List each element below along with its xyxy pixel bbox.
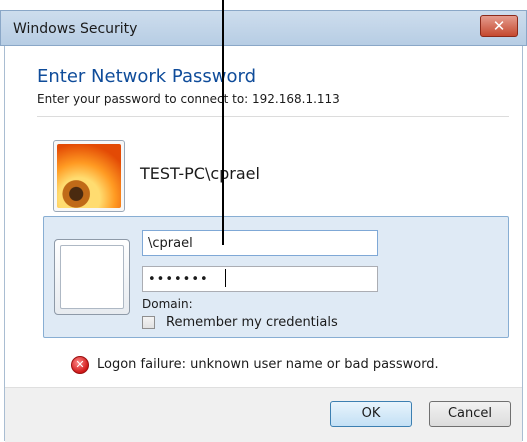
credential-user-icon bbox=[54, 239, 130, 315]
error-x-icon: ✕ bbox=[71, 356, 89, 374]
title-bar[interactable]: Windows Security ✕ bbox=[0, 10, 527, 46]
credential-tile: Domain: Remember my credentials bbox=[43, 216, 509, 338]
remember-credentials-label[interactable]: Remember my credentials bbox=[166, 315, 338, 330]
user-avatar[interactable] bbox=[53, 140, 125, 212]
cancel-button[interactable]: Cancel bbox=[429, 401, 511, 427]
button-bar: OK Cancel bbox=[5, 387, 522, 442]
close-icon: ✕ bbox=[492, 17, 506, 35]
callout-pointer-line bbox=[222, 0, 224, 245]
text-caret bbox=[225, 269, 226, 287]
window-title: Windows Security bbox=[13, 21, 138, 37]
ok-button[interactable]: OK bbox=[330, 401, 412, 427]
current-user-label: TEST-PC\cprael bbox=[140, 164, 260, 183]
dialog-body: Enter Network Password Enter your passwo… bbox=[4, 46, 523, 442]
divider bbox=[37, 116, 509, 117]
dialog-subheading: Enter your password to connect to: 192.1… bbox=[37, 92, 340, 106]
error-message: Logon failure: unknown user name or bad … bbox=[97, 357, 439, 372]
remember-credentials-checkbox[interactable] bbox=[142, 316, 155, 329]
password-field[interactable] bbox=[142, 266, 378, 292]
windows-security-dialog: Windows Security ✕ Enter Network Passwor… bbox=[0, 10, 527, 442]
close-button[interactable]: ✕ bbox=[480, 15, 518, 37]
flower-avatar-image bbox=[57, 144, 121, 208]
domain-label: Domain: bbox=[142, 297, 193, 311]
username-field[interactable] bbox=[142, 230, 378, 256]
